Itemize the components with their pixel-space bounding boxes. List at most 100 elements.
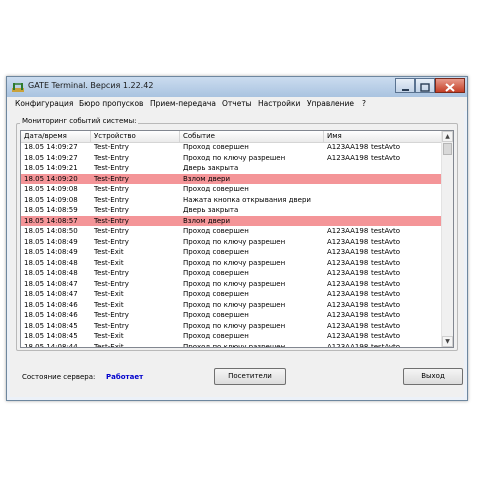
table-row[interactable]: 18.05 14:08:49 Test-Entry Проход по ключу … <box>21 237 443 248</box>
cell-device: Test-Entry <box>94 227 129 235</box>
cell-datetime: 18.05 14:08:59 <box>24 206 78 214</box>
minimize-button[interactable] <box>395 78 415 93</box>
cell-device: Test-Exit <box>94 342 124 348</box>
maximize-icon <box>420 83 430 92</box>
table-row[interactable]: 18.05 14:08:59 Test-Entry Дверь закрыта <box>21 205 443 216</box>
menu-control[interactable]: Управление <box>307 99 354 108</box>
cell-event: Проход по ключу разрешен <box>183 258 286 267</box>
table-row[interactable]: 18.05 14:08:48 Test-Entry Проход совершен A… <box>21 268 443 279</box>
title-bar[interactable]: GATE Terminal. Версия 1.22.42 <box>7 77 467 97</box>
column-event[interactable]: Событие <box>180 131 324 142</box>
cell-plate: A123AA198 <box>327 227 369 235</box>
table-row[interactable]: 18.05 14:09:08 Test-Entry Нажата кнопка от… <box>21 195 443 206</box>
cell-datetime: 18.05 14:09:27 <box>24 143 78 151</box>
table-row[interactable]: 18.05 14:08:46 Test-Exit Проход по ключу р… <box>21 300 443 311</box>
table-row[interactable]: 18.05 14:08:45 Test-Exit Проход совершен A1… <box>21 331 443 342</box>
cell-datetime: 18.05 14:09:27 <box>24 153 78 162</box>
cell-device: Test-Entry <box>94 164 129 172</box>
cell-datetime: 18.05 14:09:08 <box>24 195 78 204</box>
menu-pass-office[interactable]: Бюро пропусков <box>79 99 143 108</box>
cell-device: Test-Entry <box>94 269 129 277</box>
cell-device: Test-Entry <box>94 206 129 214</box>
cell-datetime: 18.05 14:08:46 <box>24 300 78 309</box>
scroll-thumb[interactable] <box>443 143 452 155</box>
table-row[interactable]: 18.05 14:08:49 Test-Exit Проход совершен A1… <box>21 247 443 258</box>
column-datetime[interactable]: Дата/время <box>21 131 91 142</box>
cell-name: testAvto <box>371 300 400 309</box>
cell-datetime: 18.05 14:08:44 <box>24 342 78 348</box>
menu-help[interactable]: ? <box>362 99 366 108</box>
cell-device: Test-Entry <box>94 216 129 225</box>
table-row[interactable]: 18.05 14:08:50 Test-Entry Проход совершен A… <box>21 226 443 237</box>
cell-plate: A123AA198 <box>327 290 369 298</box>
cell-device: Test-Entry <box>94 321 129 330</box>
cell-datetime: 18.05 14:09:08 <box>24 185 78 193</box>
table-row-alarm[interactable]: 18.05 14:08:57 Test-Entry Взлом двери <box>21 215 443 226</box>
cell-event: Проход совершен <box>183 269 249 277</box>
cell-datetime: 18.05 14:08:47 <box>24 279 78 288</box>
cell-event: Взлом двери <box>183 174 231 183</box>
cell-device: Test-Exit <box>94 258 124 267</box>
cell-datetime: 18.05 14:08:57 <box>24 216 78 225</box>
minimize-icon <box>402 89 409 91</box>
cell-datetime: 18.05 14:08:46 <box>24 311 78 319</box>
cell-datetime: 18.05 14:08:50 <box>24 227 78 235</box>
server-status-label: Состояние сервера: <box>22 373 96 381</box>
menu-configuration[interactable]: Конфигурация <box>15 99 73 108</box>
cell-device: Test-Exit <box>94 248 124 256</box>
event-list[interactable]: Дата/время Устройство Событие Имя 18.05 … <box>20 130 454 348</box>
cell-datetime: 18.05 14:08:49 <box>24 237 78 246</box>
visitors-button[interactable]: Посетители <box>214 368 286 385</box>
window-title: GATE Terminal. Версия 1.22.42 <box>28 81 154 90</box>
cell-device: Test-Exit <box>94 290 124 298</box>
cell-event: Проход совершен <box>183 311 249 319</box>
table-row[interactable]: 18.05 14:09:27 Test-Entry Проход совершен A… <box>21 142 443 153</box>
cell-datetime: 18.05 14:08:47 <box>24 290 78 298</box>
table-row[interactable]: 18.05 14:09:08 Test-Entry Проход совершен <box>21 184 443 195</box>
close-button[interactable] <box>435 78 465 93</box>
gate-app-icon <box>12 83 24 92</box>
cell-event: Проход по ключу разрешен <box>183 153 286 162</box>
cell-name: testAvto <box>371 143 400 151</box>
menu-reports[interactable]: Отчеты <box>222 99 252 108</box>
menu-settings[interactable]: Настройки <box>258 99 300 108</box>
client-area: Мониторинг событий системы: Дата/время У… <box>10 111 464 397</box>
table-row[interactable]: 18.05 14:08:44 Test-Exit Проход по ключу р… <box>21 342 443 348</box>
cell-plate: A123AA198 <box>327 258 369 267</box>
column-name[interactable]: Имя <box>324 131 443 142</box>
cell-name: testAvto <box>371 342 400 348</box>
cell-device: Test-Entry <box>94 195 129 204</box>
table-row-alarm[interactable]: 18.05 14:09:20 Test-Entry Взлом двери <box>21 173 443 184</box>
table-row[interactable]: 18.05 14:08:47 Test-Entry Проход по ключу … <box>21 279 443 290</box>
cell-event: Проход по ключу разрешен <box>183 342 286 348</box>
cell-event: Проход совершен <box>183 227 249 235</box>
cell-name: testAvto <box>371 311 400 319</box>
table-row[interactable]: 18.05 14:08:45 Test-Entry Проход по ключу … <box>21 321 443 332</box>
table-row[interactable]: 18.05 14:09:21 Test-Entry Дверь закрыта <box>21 163 443 174</box>
cell-event: Проход по ключу разрешен <box>183 279 286 288</box>
cell-name: testAvto <box>371 248 400 256</box>
cell-name: testAvto <box>371 332 400 340</box>
scroll-up-button[interactable]: ▲ <box>442 131 453 142</box>
maximize-button[interactable] <box>415 78 435 93</box>
cell-datetime: 18.05 14:08:45 <box>24 321 78 330</box>
table-row[interactable]: 18.05 14:08:46 Test-Entry Проход совершен A… <box>21 310 443 321</box>
scroll-down-button[interactable]: ▼ <box>442 336 453 347</box>
exit-button[interactable]: Выход <box>403 368 463 385</box>
vertical-scrollbar[interactable]: ▲ ▼ <box>441 131 453 347</box>
cell-plate: A123AA198 <box>327 342 369 348</box>
cell-plate: A123AA198 <box>327 300 369 309</box>
menu-transfer[interactable]: Прием-передача <box>150 99 216 108</box>
table-row[interactable]: 18.05 14:09:27 Test-Entry Проход по ключу … <box>21 153 443 164</box>
cell-datetime: 18.05 14:09:20 <box>24 174 78 183</box>
cell-event: Проход по ключу разрешен <box>183 321 286 330</box>
event-monitor-title: Мониторинг событий системы: <box>20 117 139 125</box>
server-status-value: Работает <box>106 373 144 381</box>
table-row[interactable]: 18.05 14:08:48 Test-Exit Проход по ключу р… <box>21 258 443 269</box>
cell-name: testAvto <box>371 269 400 277</box>
cell-plate: A123AA198 <box>327 248 369 256</box>
cell-device: Test-Entry <box>94 143 129 151</box>
table-row[interactable]: 18.05 14:08:47 Test-Exit Проход совершен A1… <box>21 289 443 300</box>
column-device[interactable]: Устройство <box>91 131 180 142</box>
cell-plate: A123AA198 <box>327 269 369 277</box>
